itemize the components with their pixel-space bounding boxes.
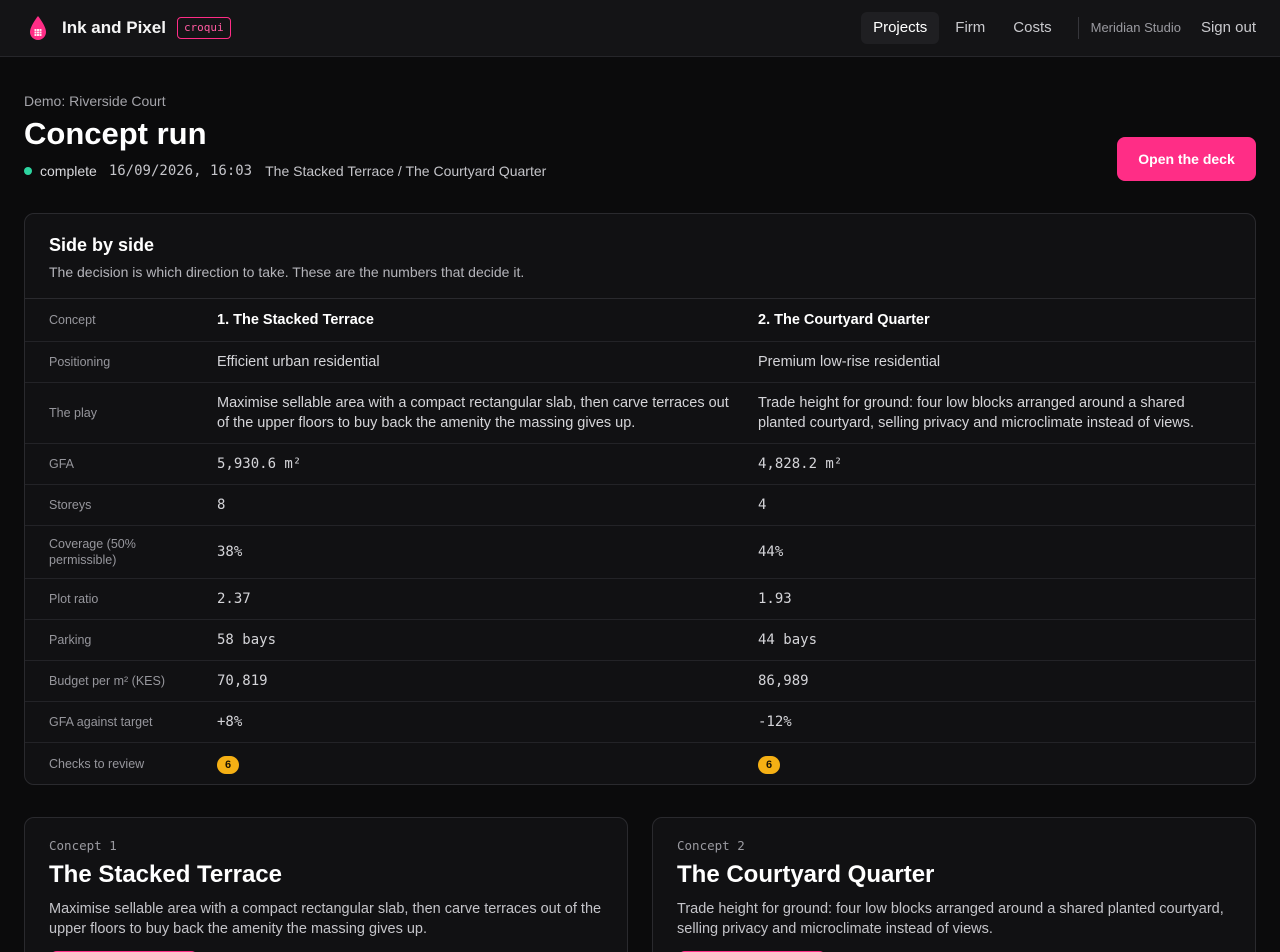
row-value: Premium low-rise residential (758, 354, 941, 370)
checks-badge[interactable]: 6 (217, 755, 239, 774)
table-row: Coverage (50% permissible) 38% 44% (25, 526, 1255, 579)
row-value: 4 (758, 497, 767, 513)
concept-2-name: 2. The Courtyard Quarter (758, 312, 930, 328)
comparison-header: Side by side The decision is which direc… (25, 214, 1255, 299)
ink-drop-logo-icon (30, 16, 46, 40)
row-value: 38% (217, 544, 243, 560)
top-bar: Ink and Pixel croqui Projects Firm Costs… (0, 0, 1280, 57)
row-label: Plot ratio (49, 592, 99, 606)
table-row: The play Maximise sellable area with a c… (25, 383, 1255, 444)
row-value: Trade height for ground: four low blocks… (758, 395, 1195, 431)
row-value: 44 bays (758, 632, 818, 648)
concept-description: Trade height for ground: four low blocks… (677, 901, 1224, 937)
concept-1-name: 1. The Stacked Terrace (217, 312, 374, 328)
checks-cell: 6 (217, 754, 737, 774)
brand-name: Ink and Pixel (62, 18, 166, 37)
open-deck-button[interactable]: Open the deck (1117, 137, 1256, 181)
row-value: 86,989 (758, 673, 809, 689)
row-label: Positioning (49, 355, 111, 369)
table-row: Checks to review 6 6 (25, 743, 1255, 784)
comparison-subtitle: The decision is which direction to take.… (49, 264, 525, 280)
row-value: 2.37 (217, 591, 251, 607)
row-value: +8% (217, 714, 243, 730)
row-label: GFA (49, 457, 75, 471)
main-nav: Projects Firm Costs Meridian Studio Sign… (857, 11, 1256, 44)
run-meta: complete 16/09/2026, 16:03 The Stacked T… (24, 161, 546, 181)
row-value: 44% (758, 544, 784, 560)
row-value: 58 bays (217, 632, 277, 648)
row-value: 5,930.6 m² (217, 456, 302, 472)
concept-card-1: Concept 1 The Stacked Terrace Maximise s… (24, 817, 628, 952)
sign-out-link[interactable]: Sign out (1201, 19, 1256, 36)
row-value: 4,828.2 m² (758, 456, 843, 472)
nav-costs[interactable]: Costs (1001, 12, 1063, 44)
row-label: Storeys (49, 498, 92, 512)
concept-kicker: Concept 1 (49, 838, 117, 853)
table-row: GFA against target +8% -12% (25, 702, 1255, 743)
table-row: Budget per m² (KES) 70,819 86,989 (25, 661, 1255, 702)
table-row: Parking 58 bays 44 bays (25, 620, 1255, 661)
table-row: GFA 5,930.6 m² 4,828.2 m² (25, 444, 1255, 485)
table-row: Plot ratio 2.37 1.93 (25, 579, 1255, 620)
page-title: Concept run (24, 116, 207, 151)
nav-projects[interactable]: Projects (861, 11, 940, 44)
brand[interactable]: Ink and Pixel croqui (26, 14, 231, 42)
checks-badge[interactable]: 6 (758, 755, 780, 774)
row-label: GFA against target (49, 715, 153, 729)
concept-title: The Courtyard Quarter (677, 861, 935, 888)
table-row: Concept 1. The Stacked Terrace 2. The Co… (25, 299, 1255, 342)
status-text: complete (40, 163, 97, 179)
status-dot-icon (24, 167, 32, 175)
row-value: 1.93 (758, 591, 792, 607)
row-label: Concept (49, 313, 96, 327)
breadcrumb[interactable]: Demo: Riverside Court (24, 93, 166, 109)
concepts-line: The Stacked Terrace / The Courtyard Quar… (265, 163, 547, 179)
comparison-title: Side by side (49, 235, 155, 255)
row-label: Coverage (50% permissible) (49, 537, 136, 567)
run-timestamp: 16/09/2026, 16:03 (108, 163, 253, 179)
row-label: Parking (49, 633, 92, 647)
table-row: Positioning Efficient urban residential … (25, 342, 1255, 383)
org-name: Meridian Studio (1090, 20, 1181, 35)
comparison-card: Side by side The decision is which direc… (24, 213, 1256, 785)
brand-tag: croqui (176, 17, 231, 39)
table-row: Storeys 8 4 (25, 485, 1255, 526)
concept-card-2: Concept 2 The Courtyard Quarter Trade he… (652, 817, 1256, 952)
row-label: Checks to review (49, 756, 145, 771)
row-value: -12% (758, 714, 792, 730)
row-value: 70,819 (217, 673, 268, 689)
row-value: Maximise sellable area with a compact re… (217, 395, 729, 431)
row-value: 8 (217, 497, 226, 513)
nav-divider (1077, 16, 1079, 39)
nav-firm[interactable]: Firm (943, 12, 997, 44)
concept-description: Maximise sellable area with a compact re… (49, 901, 602, 937)
concept-title: The Stacked Terrace (49, 861, 283, 888)
checks-cell: 6 (758, 754, 1228, 774)
row-label: Budget per m² (KES) (49, 674, 166, 688)
row-value: Efficient urban residential (217, 354, 380, 370)
row-label: The play (49, 406, 97, 420)
concept-kicker: Concept 2 (677, 838, 745, 853)
